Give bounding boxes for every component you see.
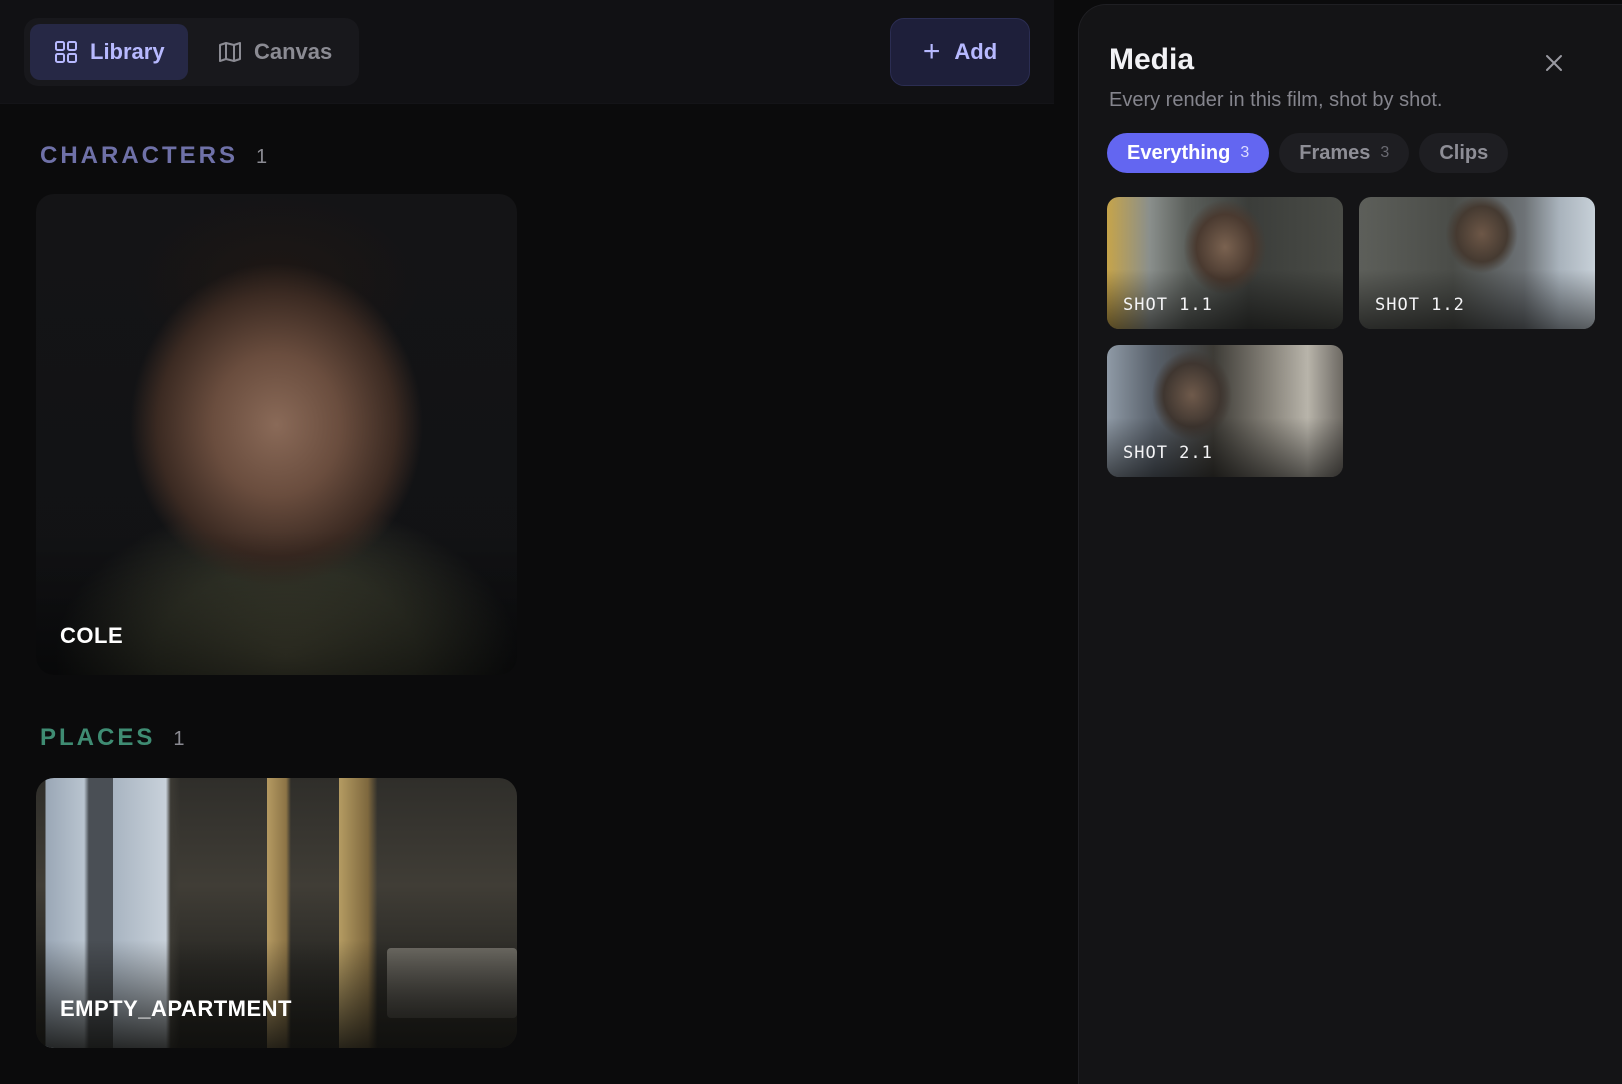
- media-subtitle: Every render in this film, shot by shot.: [1109, 89, 1443, 111]
- map-icon: [219, 42, 241, 62]
- add-button-label: Add: [954, 39, 998, 64]
- characters-title: CHARACTERS: [40, 142, 238, 169]
- view-switcher: Library Canvas: [24, 18, 359, 86]
- shot-thumbnail[interactable]: SHOT 2.1: [1107, 345, 1343, 477]
- filter-frames[interactable]: Frames 3: [1279, 133, 1410, 173]
- tab-library-label: Library: [90, 39, 165, 64]
- character-card-cole[interactable]: COLE: [36, 194, 517, 675]
- characters-count: 1: [256, 146, 268, 168]
- media-panel: Media Every render in this film, shot by…: [1078, 4, 1622, 1084]
- tab-library[interactable]: Library: [30, 24, 188, 80]
- library-panel: Library Canvas + Add CHARACTERS 1 COLE P…: [0, 0, 1054, 1074]
- place-card-label: EMPTY_APARTMENT: [60, 996, 292, 1021]
- close-icon: [1546, 55, 1562, 71]
- media-filters: Everything 3 Frames 3 Clips: [1107, 133, 1518, 173]
- shot-label: SHOT 1.2: [1375, 295, 1465, 315]
- apartment-image: [36, 940, 517, 1048]
- shot-label: SHOT 1.1: [1123, 295, 1213, 315]
- places-title: PLACES: [40, 724, 156, 751]
- media-title: Media: [1109, 43, 1195, 76]
- character-card-label: COLE: [60, 623, 124, 648]
- characters-section-header: CHARACTERS 1: [40, 142, 267, 170]
- shot-thumbnail[interactable]: SHOT 1.1: [1107, 197, 1343, 329]
- portrait-image: [36, 194, 517, 675]
- filter-label: Clips: [1439, 141, 1489, 164]
- places-count: 1: [173, 728, 185, 750]
- filter-label: Frames: [1299, 141, 1371, 164]
- shot-thumbnail[interactable]: SHOT 1.2: [1359, 197, 1595, 329]
- filter-count: 3: [1380, 144, 1390, 161]
- add-button[interactable]: + Add: [890, 18, 1030, 86]
- tab-canvas-label: Canvas: [254, 39, 333, 64]
- filter-count: 3: [1240, 144, 1250, 161]
- plus-icon: +: [922, 35, 941, 68]
- filter-label: Everything: [1127, 141, 1231, 164]
- place-card-empty-apartment[interactable]: EMPTY_APARTMENT: [36, 778, 517, 1048]
- filter-clips[interactable]: Clips: [1419, 133, 1509, 173]
- grid-icon: [55, 41, 77, 63]
- shot-label: SHOT 2.1: [1123, 443, 1213, 463]
- close-button[interactable]: [1538, 47, 1570, 79]
- places-section-header: PLACES 1: [40, 724, 184, 752]
- top-toolbar: Library Canvas + Add: [0, 0, 1054, 104]
- tab-canvas[interactable]: Canvas: [206, 24, 346, 80]
- filter-everything[interactable]: Everything 3: [1107, 133, 1270, 173]
